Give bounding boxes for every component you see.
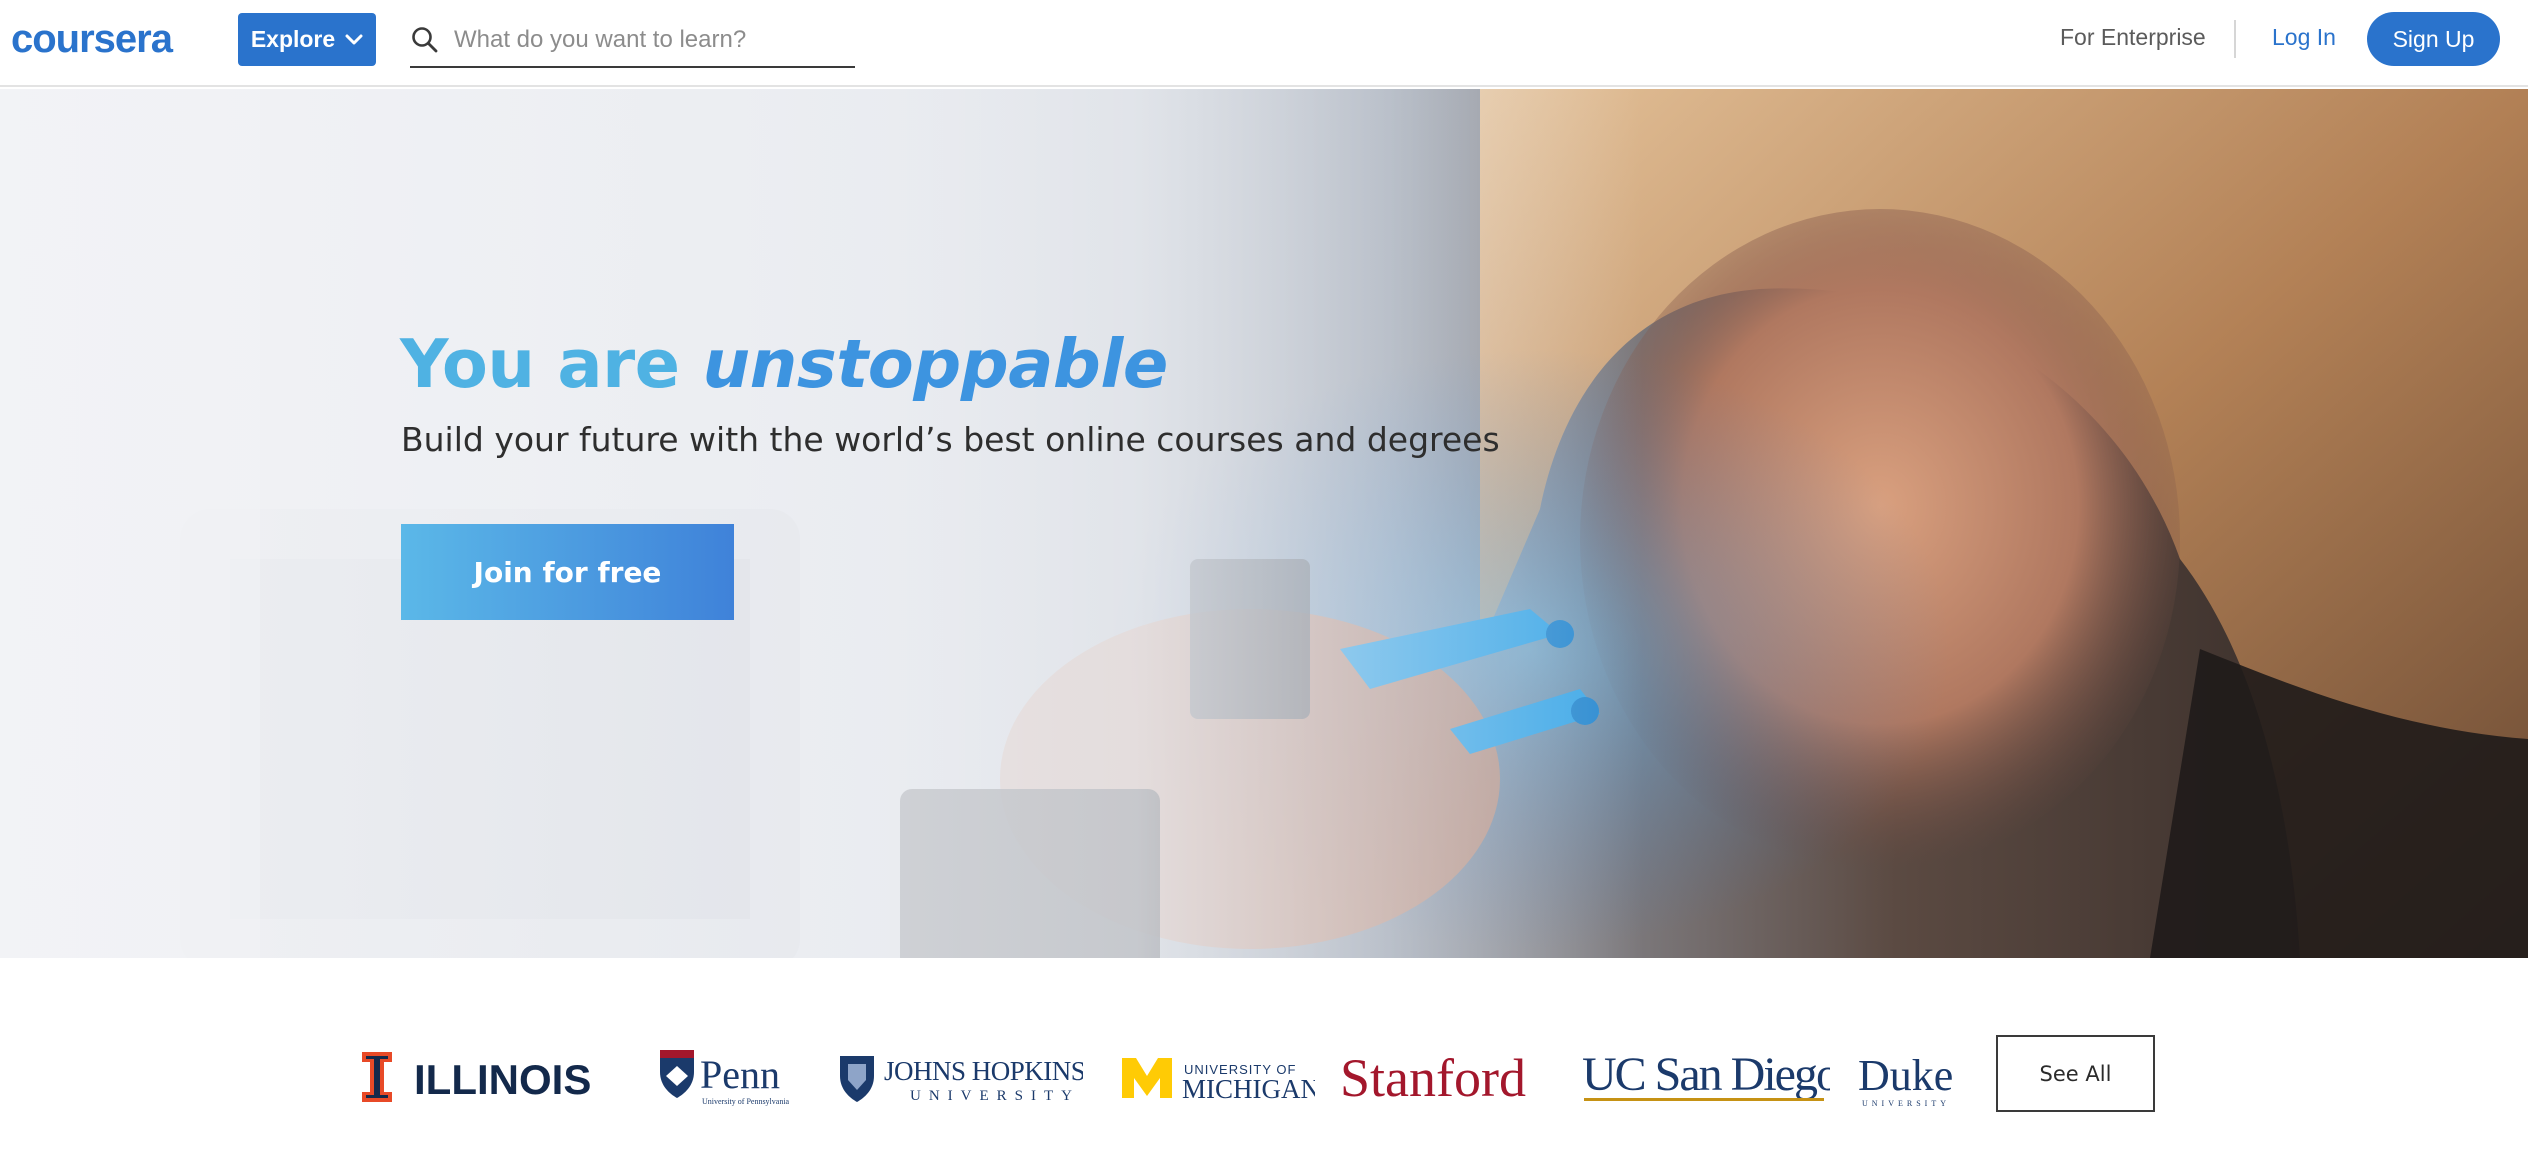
penn-name: Penn bbox=[700, 1052, 780, 1097]
hero-subtitle: Build your future with the world’s best … bbox=[401, 420, 1500, 459]
hero-background-image bbox=[0, 89, 2528, 958]
explore-label: Explore bbox=[250, 26, 336, 52]
logo-text: coursera bbox=[11, 17, 174, 61]
for-enterprise-link[interactable]: For Enterprise bbox=[2060, 24, 2206, 51]
duke-tagline: UNIVERSITY bbox=[1862, 1099, 1950, 1108]
michigan-logo: UNIVERSITY OF MICHIGAN bbox=[1122, 1058, 1315, 1104]
top-navbar: coursera Explore For Enterprise Log In S… bbox=[0, 0, 2528, 87]
partner-illinois[interactable]: ILLINOIS bbox=[360, 1048, 630, 1106]
partner-duke[interactable]: Duke UNIVERSITY bbox=[1856, 1048, 1968, 1110]
hero-title-plain: You are bbox=[400, 325, 703, 403]
search-icon[interactable] bbox=[410, 25, 440, 55]
see-all-partners-button[interactable]: See All bbox=[1996, 1035, 2155, 1112]
johns-hopkins-logo: JOHNS HOPKINS UNIVERSITY bbox=[840, 1056, 1083, 1104]
search-input[interactable] bbox=[454, 20, 834, 60]
ucsd-name: UC San Diego bbox=[1582, 1048, 1830, 1101]
duke-logo: Duke UNIVERSITY bbox=[1858, 1051, 1953, 1108]
partner-johns-hopkins[interactable]: JOHNS HOPKINS UNIVERSITY bbox=[838, 1050, 1083, 1106]
stanford-logo: Stanford bbox=[1340, 1048, 1526, 1108]
duke-name: Duke bbox=[1858, 1051, 1953, 1100]
coursera-wordmark: coursera bbox=[11, 17, 175, 61]
penn-tagline: University of Pennsylvania bbox=[702, 1097, 790, 1106]
illinois-logo: ILLINOIS bbox=[362, 1052, 591, 1103]
ucsd-logo: UC San Diego bbox=[1582, 1048, 1830, 1101]
hero-banner: You are unstoppable Build your future wi… bbox=[0, 89, 2528, 958]
login-link[interactable]: Log In bbox=[2272, 24, 2336, 51]
partner-ucsd[interactable]: UC San Diego bbox=[1580, 1042, 1830, 1106]
chevron-down-icon bbox=[345, 34, 363, 44]
partner-stanford[interactable]: Stanford bbox=[1338, 1044, 1558, 1110]
hero-title: You are unstoppable bbox=[400, 325, 1168, 403]
illinois-name: ILLINOIS bbox=[414, 1056, 591, 1103]
penn-logo: Penn University of Pennsylvania bbox=[660, 1050, 790, 1106]
signup-button[interactable]: Sign Up bbox=[2367, 12, 2500, 66]
jhu-tagline: UNIVERSITY bbox=[910, 1088, 1080, 1104]
jhu-name: JOHNS HOPKINS bbox=[884, 1056, 1083, 1086]
explore-button[interactable]: Explore bbox=[238, 13, 376, 66]
join-for-free-button[interactable]: Join for free bbox=[401, 524, 734, 620]
coursera-logo[interactable]: coursera bbox=[11, 14, 207, 64]
partner-logos-strip: ILLINOIS Penn University of Pennsylvania… bbox=[0, 958, 2528, 1170]
michigan-name: MICHIGAN bbox=[1182, 1074, 1315, 1104]
nav-divider bbox=[2234, 20, 2236, 58]
stanford-name: Stanford bbox=[1340, 1048, 1526, 1108]
search-bar bbox=[410, 14, 855, 68]
partner-michigan[interactable]: UNIVERSITY OF MICHIGAN bbox=[1120, 1052, 1315, 1104]
hero-title-emphasis: unstoppable bbox=[702, 325, 1168, 403]
partner-penn[interactable]: Penn University of Pennsylvania bbox=[658, 1046, 800, 1108]
